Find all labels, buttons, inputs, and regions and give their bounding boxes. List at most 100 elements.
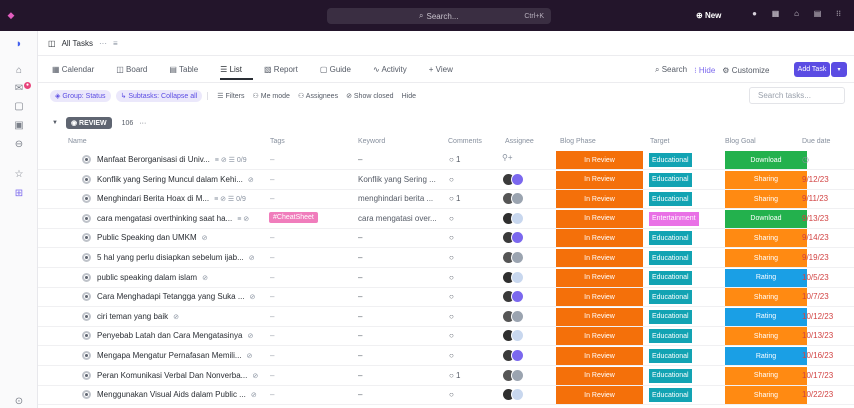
- status-circle-icon[interactable]: [82, 155, 91, 164]
- tags-cell[interactable]: –: [270, 175, 274, 184]
- task-name[interactable]: Mengapa Mengatur Pernafasan Memili... ⊘: [97, 351, 252, 360]
- add-assignee-icon[interactable]: ⚲+: [502, 153, 513, 166]
- assignee-cell[interactable]: [502, 211, 524, 225]
- blog-phase-pill[interactable]: In Review: [556, 190, 643, 209]
- inbox-icon[interactable]: ⌂: [786, 9, 807, 18]
- spaces-icon[interactable]: ⊞: [0, 188, 38, 199]
- show-closed-button[interactable]: ⊘ Show closed: [346, 92, 394, 100]
- task-name[interactable]: Penyebab Latah dan Cara Mengatasinya ⊘: [97, 331, 253, 340]
- app-logo-icon[interactable]: ◆: [3, 9, 19, 23]
- status-circle-icon[interactable]: [82, 292, 91, 302]
- comments-cell[interactable]: ○ 1: [449, 194, 461, 203]
- tags-cell[interactable]: –: [270, 312, 274, 321]
- global-search[interactable]: ⌕ Search... Ctrl+K: [327, 8, 551, 24]
- blog-phase-pill[interactable]: In Review: [556, 249, 643, 267]
- assignees-button[interactable]: ⚇ Assignees: [298, 92, 338, 100]
- keyword-cell[interactable]: –: [358, 312, 362, 321]
- tab-list[interactable]: ☰ List: [220, 65, 254, 80]
- target-pill[interactable]: Entertainment: [649, 211, 699, 226]
- target-pill[interactable]: Educational: [649, 192, 692, 207]
- col-target[interactable]: Target: [650, 138, 669, 145]
- docs-sidebar-icon[interactable]: ▢: [0, 101, 38, 112]
- target-pill[interactable]: Educational: [649, 329, 692, 344]
- inbox-sidebar-icon[interactable]: ✉ ●: [0, 82, 38, 94]
- status-circle-icon[interactable]: [82, 311, 91, 321]
- task-name[interactable]: cara mengatasi overthinking saat ha... ≡ …: [97, 214, 249, 223]
- tags-cell[interactable]: –: [270, 253, 274, 262]
- avatar[interactable]: [511, 251, 524, 264]
- assignee-cell[interactable]: ⚲+: [502, 153, 513, 166]
- avatar[interactable]: [511, 270, 524, 284]
- status-circle-icon[interactable]: [82, 390, 91, 400]
- avatar[interactable]: [511, 368, 524, 382]
- assignee-cell[interactable]: [502, 270, 524, 284]
- filter-lines-icon[interactable]: ≡: [113, 39, 118, 48]
- blog-goal-pill[interactable]: Rating: [725, 347, 807, 365]
- avatar[interactable]: [511, 192, 524, 206]
- keyword-cell[interactable]: –: [358, 390, 362, 399]
- avatar[interactable]: [511, 172, 524, 186]
- col-comments[interactable]: Comments: [448, 138, 482, 145]
- blog-phase-pill[interactable]: In Review: [556, 229, 643, 248]
- target-pill[interactable]: Educational: [649, 251, 692, 265]
- keyword-cell[interactable]: –: [358, 371, 362, 380]
- table-row[interactable]: Manfaat Berorganisasi di Univ... ≡ ⊘ ☰ 0/…: [38, 150, 854, 170]
- comments-cell[interactable]: ○: [449, 292, 454, 301]
- tags-cell[interactable]: –: [270, 194, 274, 203]
- status-circle-icon[interactable]: [82, 272, 91, 282]
- tab-table[interactable]: ▤ Table: [169, 65, 209, 74]
- assignee-cell[interactable]: [502, 309, 524, 323]
- target-pill[interactable]: Educational: [649, 368, 692, 383]
- blog-phase-pill[interactable]: In Review: [556, 268, 643, 287]
- add-task-button[interactable]: Add Task: [794, 62, 830, 77]
- table-row[interactable]: ciri teman yang baik ⊘ – – ○ In Review Ed…: [38, 307, 854, 327]
- col-blog-phase[interactable]: Blog Phase: [560, 138, 596, 145]
- view-search-button[interactable]: ⌕ Search: [655, 65, 687, 75]
- tags-cell[interactable]: –: [270, 351, 274, 360]
- due-date-cell[interactable]: 10/12/23: [802, 312, 833, 321]
- blog-goal-pill[interactable]: Sharing: [725, 229, 807, 248]
- col-tags[interactable]: Tags: [270, 138, 285, 145]
- blog-goal-pill[interactable]: Download: [725, 209, 807, 228]
- due-date-cell[interactable]: 10/13/23: [802, 331, 833, 340]
- col-name[interactable]: Name: [68, 138, 87, 145]
- add-view-button[interactable]: + View: [429, 65, 453, 74]
- avatar[interactable]: [511, 388, 524, 402]
- tags-cell[interactable]: –: [270, 292, 274, 301]
- blog-phase-pill[interactable]: In Review: [556, 151, 643, 169]
- tags-cell[interactable]: –: [270, 155, 274, 164]
- table-row[interactable]: Menghindari Berita Hoax di M... ≡ ⊘ ☰ 0/9…: [38, 189, 854, 210]
- target-pill[interactable]: Educational: [649, 231, 692, 246]
- target-pill[interactable]: Educational: [649, 388, 692, 403]
- avatar[interactable]: [511, 329, 524, 343]
- record-icon[interactable]: ●: [744, 9, 765, 18]
- keyword-cell[interactable]: Konflik yang Sering ...: [358, 175, 436, 184]
- blog-goal-pill[interactable]: Rating: [725, 268, 807, 287]
- tags-cell[interactable]: –: [270, 371, 274, 380]
- comments-cell[interactable]: ○: [449, 233, 454, 242]
- search-tasks-input[interactable]: Search tasks...: [749, 87, 845, 104]
- comments-cell[interactable]: ○: [449, 331, 454, 340]
- keyword-cell[interactable]: –: [358, 331, 362, 340]
- assignee-cell[interactable]: [502, 290, 524, 304]
- tab-board[interactable]: ◫ Board: [116, 65, 158, 74]
- assignee-cell[interactable]: [502, 251, 524, 264]
- blog-phase-pill[interactable]: In Review: [556, 307, 643, 326]
- col-blog-goal[interactable]: Blog Goal: [725, 138, 756, 145]
- comments-cell[interactable]: ○: [449, 312, 454, 321]
- filters-button[interactable]: ☰ Filters: [207, 92, 245, 100]
- blog-phase-pill[interactable]: In Review: [556, 209, 643, 228]
- target-pill[interactable]: Educational: [649, 270, 692, 285]
- status-badge[interactable]: ◉ REVIEW: [65, 117, 112, 129]
- status-circle-icon[interactable]: [82, 331, 91, 341]
- tags-cell[interactable]: –: [270, 273, 274, 282]
- add-task-menu-icon[interactable]: ▾: [831, 62, 847, 77]
- docs-icon[interactable]: ▤: [807, 9, 828, 18]
- target-pill[interactable]: Educational: [649, 309, 692, 324]
- blog-phase-pill[interactable]: In Review: [556, 366, 643, 385]
- table-row[interactable]: cara mengatasi overthinking saat ha... ≡ …: [38, 209, 854, 229]
- task-name[interactable]: Public Speaking dan UMKM ⊘: [97, 233, 207, 242]
- table-row[interactable]: Mengapa Mengatur Pernafasan Memili... ⊘ –…: [38, 346, 854, 366]
- avatar[interactable]: [511, 309, 524, 323]
- task-name[interactable]: ciri teman yang baik ⊘: [97, 312, 179, 321]
